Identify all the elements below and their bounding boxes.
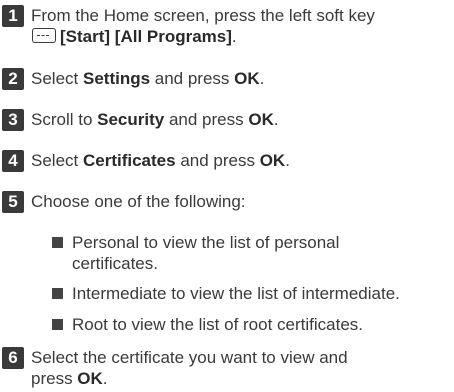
bullet-square-icon — [52, 319, 63, 330]
step-number: 3 — [2, 109, 24, 131]
step-text-part: and press — [164, 110, 249, 129]
key-name: OK — [77, 369, 103, 388]
punctuation: . — [285, 151, 290, 170]
step-text-part: Scroll to — [31, 110, 98, 129]
menu-item-name: Settings — [82, 69, 151, 88]
step-text: Select the certificate you want to view … — [31, 347, 451, 389]
step-text-part: and press — [175, 151, 260, 170]
step-text: Select Certificates and press OK. — [31, 150, 451, 171]
step-text: Choose one of the following: — [31, 192, 246, 211]
step-number: 4 — [2, 150, 24, 172]
key-name: OK — [248, 110, 274, 129]
option-text: Personal to view the list of personal ce… — [72, 232, 452, 274]
option-line: Personal to view the list of personal — [72, 233, 340, 252]
option-text: Intermediate to view the list of interme… — [72, 284, 400, 303]
left-soft-key-icon — [32, 28, 56, 43]
step-text-part: Select — [31, 151, 83, 170]
step-line: Select the certificate you want to view … — [31, 348, 348, 367]
bullet-square-icon — [52, 237, 63, 248]
step-line: From the Home screen, press the left sof… — [31, 6, 375, 25]
punctuation: . — [273, 110, 279, 129]
option-line: certificates. — [72, 254, 158, 273]
punctuation: . — [259, 69, 265, 88]
step-text: Select Settings and press OK. — [31, 68, 451, 89]
bullet-square-icon — [52, 288, 63, 299]
step-number: 6 — [2, 347, 24, 369]
menu-item-name: Security — [97, 110, 165, 129]
menu-path: [Start] [All Programs] — [60, 27, 232, 46]
step-text-part: Select — [31, 69, 83, 88]
step-number: 2 — [2, 68, 24, 90]
menu-item-name: Certificates — [82, 151, 176, 170]
step-text: From the Home screen, press the left sof… — [31, 5, 451, 47]
step-text: Scroll to Security and press OK. — [31, 109, 451, 130]
option-text: Root to view the list of root certificat… — [72, 315, 364, 334]
punctuation: . — [102, 369, 108, 388]
step-number: 5 — [2, 191, 24, 213]
punctuation: . — [231, 27, 237, 46]
step-text-part: and press — [150, 69, 235, 88]
step-text-part: press — [31, 369, 78, 388]
key-name: OK — [259, 151, 286, 170]
step-number: 1 — [2, 5, 24, 27]
key-name: OK — [234, 69, 260, 88]
